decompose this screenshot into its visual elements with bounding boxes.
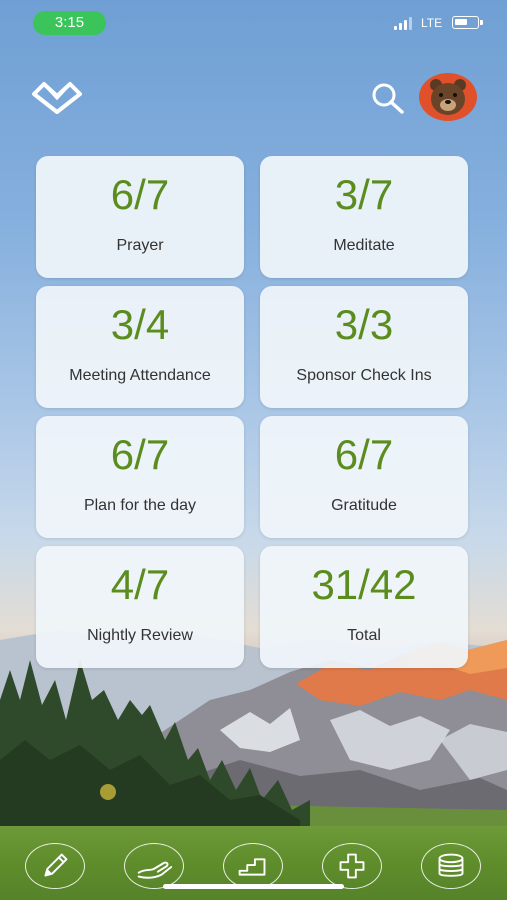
search-icon[interactable] [368,80,408,116]
stat-label: Nightly Review [87,627,193,644]
status-bar: 3:15 LTE [0,0,507,46]
stat-card-plan-for-the-day[interactable]: 6/7 Plan for the day [36,416,244,538]
home-indicator[interactable] [163,884,344,889]
stat-value: 3/7 [334,171,394,218]
signal-bars-icon [394,16,412,30]
coins-icon [438,853,464,877]
stat-value: 4/7 [110,561,170,608]
stairs-icon [238,858,266,876]
plus-icon [339,853,365,879]
stat-value: 3/4 [110,301,170,348]
stat-value: 6/7 [110,431,170,478]
nav-steps-button[interactable] [223,843,283,889]
stat-label: Plan for the day [83,497,197,514]
status-time: 3:15 [33,11,106,35]
stat-value: 31/42 [311,561,417,608]
profile-avatar[interactable] [419,73,477,121]
stat-label: Sponsor Check Ins [296,367,432,384]
stat-value: 6/7 [334,431,394,478]
nav-savings-button[interactable] [421,843,481,889]
network-type: LTE [421,16,443,30]
stat-value: 3/3 [334,301,394,348]
stat-value: 6/7 [110,171,170,218]
stat-card-sponsor-check-ins[interactable]: 3/3 Sponsor Check Ins [260,286,468,408]
nav-help-button[interactable] [124,843,184,889]
stat-card-total[interactable]: 31/42 Total [260,546,468,668]
bear-avatar-icon [430,79,466,115]
stat-label: Meditate [333,237,395,254]
stat-card-gratitude[interactable]: 6/7 Gratitude [260,416,468,538]
stat-card-prayer[interactable]: 6/7 Prayer [36,156,244,278]
stat-label: Gratitude [331,497,397,514]
battery-icon [452,16,483,29]
stat-label: Total [347,627,381,644]
stat-card-nightly-review[interactable]: 4/7 Nightly Review [36,546,244,668]
stat-label: Meeting Attendance [69,367,211,384]
hand-icon [137,861,173,879]
stat-label: Prayer [116,237,164,254]
pencil-icon [44,853,68,877]
app-screen: 3:15 LTE 6/7 Prayer 3/7 Meditate 3/4 Mee… [0,0,507,900]
stat-card-meditate[interactable]: 3/7 Meditate [260,156,468,278]
nav-journal-button[interactable] [25,843,85,889]
heart-logo-icon[interactable] [28,76,86,118]
stat-card-meeting-attendance[interactable]: 3/4 Meeting Attendance [36,286,244,408]
nav-add-button[interactable] [322,843,382,889]
